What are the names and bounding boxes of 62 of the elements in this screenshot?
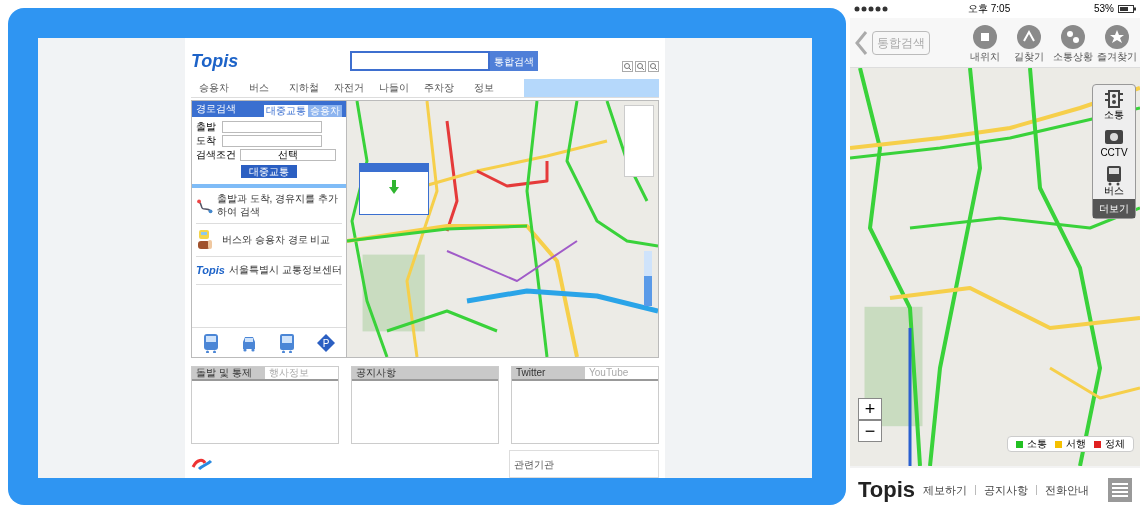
nav-link[interactable]: 지하철 <box>281 80 326 95</box>
magnifier-icon <box>622 60 633 72</box>
search-button[interactable]: 통합검색 <box>490 51 539 71</box>
battery-text: 53% <box>1094 4 1114 14</box>
field-label: 도착 <box>196 136 217 146</box>
nav-link[interactable]: 주차장 <box>416 80 461 95</box>
nav-link[interactable]: 승용차 <box>191 80 236 95</box>
legend-label: 정체 <box>1105 439 1125 449</box>
app-logo: Topis <box>858 479 916 501</box>
magnifier-icon <box>648 60 659 72</box>
field-label: 출발 <box>196 122 217 132</box>
panel-title: 경로검색 <box>196 104 236 114</box>
panel-tab[interactable]: 공지사항 <box>352 367 498 379</box>
nav-link[interactable]: 나들이 <box>371 80 416 95</box>
zoom-out-button[interactable]: − <box>858 420 882 442</box>
toolbar-button[interactable]: 내위치 <box>966 23 1004 62</box>
more-button[interactable]: 더보기 <box>1093 199 1135 218</box>
input-field[interactable] <box>222 121 322 133</box>
nav-link[interactable]: 버스 <box>236 80 281 95</box>
toolbar-button[interactable]: 즐겨찾기 <box>1098 23 1136 62</box>
input-field[interactable] <box>222 135 322 147</box>
small-logo: Topis <box>196 263 225 278</box>
toolbar-button[interactable]: 길찾기 <box>1010 23 1048 62</box>
layer-button[interactable]: 소통 <box>1103 85 1125 123</box>
legend-label: 서행 <box>1066 439 1086 449</box>
magnifier-icon <box>635 60 646 72</box>
traffic-light-icon <box>1103 88 1125 110</box>
feature-title: 출발과 도착, 경유지를 추가하여 검색 <box>216 193 339 218</box>
zoom-slider[interactable] <box>644 251 652 306</box>
feature-title: 서울특별시 교통정보센터 <box>228 264 342 277</box>
layer-button[interactable]: 버스 <box>1103 161 1125 199</box>
bus-icon <box>202 332 219 353</box>
location-icon <box>972 23 998 50</box>
route-icon <box>1016 23 1042 50</box>
search-field[interactable] <box>350 51 491 71</box>
condition-select[interactable]: 선택 <box>240 149 336 161</box>
list-menu-icon <box>1108 478 1132 502</box>
status-time: 오후 7:05 <box>968 4 1011 14</box>
parking-icon: P <box>315 332 336 353</box>
panel-tab[interactable]: 돌발 및 통제 <box>192 367 265 379</box>
panel-tab[interactable]: Twitter <box>512 367 585 379</box>
nav-link[interactable]: 자전거 <box>326 80 371 95</box>
legend-label: 소통 <box>1027 439 1047 449</box>
nav-link[interactable]: 정보 <box>461 80 506 95</box>
layer-button[interactable]: CCTV <box>1100 123 1128 161</box>
related-title: 관련기관 <box>514 459 554 470</box>
panel-tab[interactable]: 대중교통 <box>264 105 308 117</box>
footer-link[interactable]: 공지사항 <box>984 481 1029 499</box>
down-arrow-icon <box>389 180 399 194</box>
map-control-panel <box>624 105 654 177</box>
feature-title: 버스와 승용차 경로 비교 <box>222 233 331 247</box>
footer-link[interactable]: 전화안내 <box>1045 481 1090 499</box>
site-logo[interactable]: Topis <box>191 52 239 70</box>
battery-icon <box>1118 5 1136 13</box>
bus-icon <box>278 332 295 353</box>
zoom-in-button[interactable]: + <box>858 398 882 420</box>
transit-search-button[interactable]: 대중교통 <box>241 165 297 178</box>
back-chevron-icon <box>854 29 868 56</box>
traffic-icon <box>1060 23 1086 50</box>
field-label: 검색조건 <box>196 150 236 160</box>
toolbar-button[interactable]: 소통상황 <box>1054 23 1092 62</box>
footer-link[interactable]: 제보하기 <box>923 481 968 499</box>
